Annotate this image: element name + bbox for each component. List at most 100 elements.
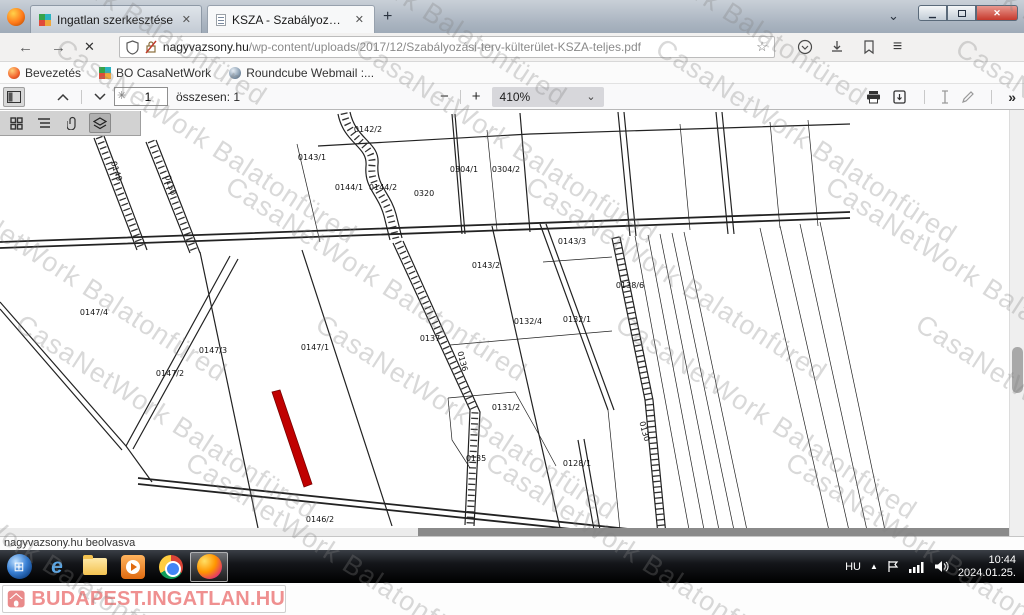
page-total-label: összesen: 1: [176, 90, 240, 104]
taskbar-file-explorer[interactable]: [76, 552, 114, 582]
parcel-label: 0144/1: [335, 183, 363, 192]
clock-date: 2024.01.25.: [958, 567, 1016, 580]
parcel-label: 0320: [414, 189, 434, 198]
draw-pencil-icon[interactable]: [961, 90, 975, 104]
pdf-viewer: 0142/20143/10144/10144/203200304/10304/2…: [0, 110, 1024, 536]
internet-explorer-icon: e: [51, 555, 63, 579]
volume-icon[interactable]: [934, 560, 949, 573]
logo-text: BUDAPEST.INGATLAN.HU: [31, 588, 285, 611]
outline-view-button[interactable]: [33, 113, 55, 133]
horizontal-scrollbar[interactable]: [0, 528, 1009, 536]
pdf-page-map: 0142/20143/10144/10144/203200304/10304/2…: [0, 110, 1008, 536]
library-icon[interactable]: [861, 39, 877, 55]
layers-view-button[interactable]: [89, 113, 111, 133]
maximize-button[interactable]: [947, 5, 976, 21]
parcel-label: 0147/3: [199, 346, 227, 355]
forward-button[interactable]: →: [51, 39, 66, 56]
sidebar-toggle-button[interactable]: [3, 87, 25, 107]
horizontal-scrollbar-thumb[interactable]: [418, 528, 1009, 536]
parcel-label: 0130: [637, 420, 651, 442]
navigation-toolbar: ← → ✕ nagyvazsony.hu/wp-content/uploads/…: [0, 33, 1024, 62]
taskbar-media-player[interactable]: [114, 552, 152, 582]
pocket-icon[interactable]: [797, 39, 813, 55]
tracking-shield-icon[interactable]: [126, 40, 139, 55]
parcel-label: 0137: [420, 334, 440, 343]
parcel-label: 0143/2: [472, 261, 500, 270]
bookmark-roundcube-webmail[interactable]: Roundcube Webmail :...: [229, 66, 374, 80]
parcel-label: 0132/4: [514, 317, 542, 326]
save-button[interactable]: [893, 90, 908, 104]
print-button[interactable]: [866, 90, 881, 104]
bookmark-bevezetes[interactable]: Bevezetés: [8, 66, 81, 80]
minimize-button[interactable]: ▁: [918, 5, 947, 21]
start-button[interactable]: ⊞: [0, 552, 38, 582]
insecure-lock-icon[interactable]: [145, 40, 157, 54]
list-tabs-chevron-icon[interactable]: ⌄: [888, 8, 899, 24]
taskbar-clock[interactable]: 10:44 2024.01.25.: [958, 554, 1016, 580]
downloads-icon[interactable]: [829, 39, 845, 55]
bookmark-star-icon[interactable]: ☆: [756, 39, 768, 55]
back-button[interactable]: ←: [18, 39, 33, 56]
zoom-in-button[interactable]: +: [465, 88, 488, 105]
more-tools-button[interactable]: »: [1008, 89, 1016, 105]
tab-close-icon[interactable]: ✕: [353, 13, 366, 26]
titlebar: Ingatlan szerkesztése ✕ KSZA - Szabályoz…: [0, 0, 1024, 33]
stop-button[interactable]: ✕: [84, 39, 95, 55]
thumbnails-view-button[interactable]: [5, 113, 27, 133]
previous-page-button[interactable]: [57, 93, 69, 101]
bookmark-favicon-icon: [8, 67, 20, 79]
zoom-level-select[interactable]: 410% ⌄: [492, 87, 604, 107]
parcel-label: 0143/1: [298, 153, 326, 162]
parcel-label: 0138/6: [616, 281, 644, 290]
bookmark-bo-casanetwork[interactable]: BO CasaNetWork: [99, 66, 211, 80]
pdf-favicon-icon: [216, 14, 226, 26]
vertical-scrollbar-thumb[interactable]: [1012, 347, 1023, 393]
vertical-scrollbar[interactable]: [1009, 110, 1024, 536]
parcel-label: 0150: [163, 174, 178, 196]
parcel-label: 0304/1: [450, 165, 478, 174]
pdf-toolbar: ✳ összesen: 1 − + 410% ⌄: [0, 84, 1024, 110]
bottom-strip: BUDAPEST.INGATLAN.HU: [0, 583, 1024, 615]
status-text: nagyvazsony.hu beolvasva: [4, 537, 135, 549]
taskbar: ⊞ e HU ▲ 10:44 2024.01.25.: [0, 550, 1024, 583]
windows-flag-icon: ⊞: [14, 559, 25, 575]
loading-spinner-icon: ✳: [117, 89, 126, 102]
tab-ksza-pdf[interactable]: KSZA - Szabályozási-terv-külte ✕: [207, 5, 375, 33]
tab-close-icon[interactable]: ✕: [180, 13, 193, 26]
language-indicator[interactable]: HU: [845, 561, 861, 573]
action-center-flag-icon[interactable]: [887, 560, 900, 573]
grid-favicon-icon: [99, 67, 111, 79]
zoom-level-value: 410%: [500, 90, 531, 104]
taskbar-firefox-active[interactable]: [190, 552, 228, 582]
ingatlan-logo: BUDAPEST.INGATLAN.HU: [2, 585, 286, 613]
taskbar-chrome[interactable]: [152, 552, 190, 582]
parcel-label: 0304/2: [492, 165, 520, 174]
tab-ingatlan-szerkesztese[interactable]: Ingatlan szerkesztése ✕: [30, 5, 202, 33]
parcel-label: 0149: [109, 160, 124, 182]
parcel-label: 0147/1: [301, 343, 329, 352]
pdf-sidebar-toolbar: [0, 111, 141, 136]
firefox-window-icon: [7, 8, 25, 26]
tray-expand-icon[interactable]: ▲: [870, 562, 878, 571]
url-text[interactable]: nagyvazsony.hu/wp-content/uploads/2017/1…: [163, 40, 750, 54]
text-select-tool-icon[interactable]: [941, 90, 949, 104]
next-page-button[interactable]: [94, 93, 106, 101]
browser-window: Ingatlan szerkesztése ✕ KSZA - Szabályoz…: [0, 0, 1024, 615]
taskbar-internet-explorer[interactable]: e: [38, 552, 76, 582]
network-signal-icon[interactable]: [909, 561, 925, 573]
tab-label: KSZA - Szabályozási-terv-külte: [232, 13, 347, 27]
bookmark-label: Roundcube Webmail :...: [246, 66, 374, 80]
menu-icon[interactable]: ≡: [893, 38, 902, 56]
attachments-view-button[interactable]: [61, 113, 83, 133]
url-path: /wp-content/uploads/2017/12/Szabályozási…: [249, 40, 641, 54]
new-tab-button[interactable]: +: [383, 8, 392, 26]
parcel-label: 0146/2: [306, 515, 334, 524]
parcel-label: 0147/4: [80, 308, 108, 317]
zoom-out-button[interactable]: −: [433, 88, 456, 105]
close-button[interactable]: ✕: [976, 5, 1018, 21]
clock-time: 10:44: [958, 554, 1016, 567]
firefox-icon: [197, 554, 222, 579]
tab-label: Ingatlan szerkesztése: [57, 13, 174, 27]
bookmarks-bar: Bevezetés BO CasaNetWork Roundcube Webma…: [0, 62, 1024, 84]
url-bar[interactable]: nagyvazsony.hu/wp-content/uploads/2017/1…: [119, 36, 775, 58]
